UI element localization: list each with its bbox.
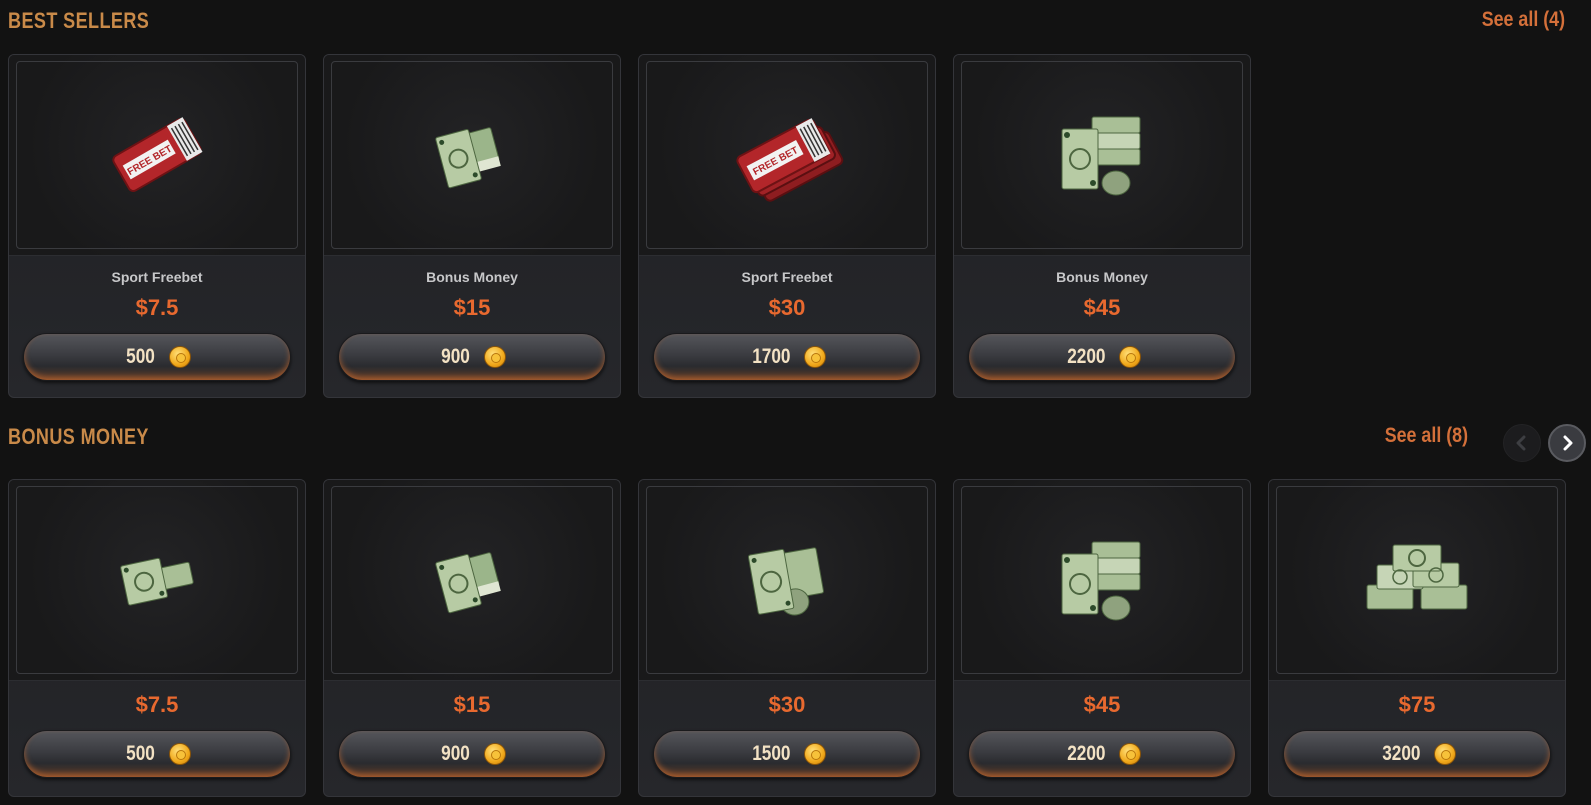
best-sellers-see-all-link[interactable]: See all (4) [1482,8,1565,32]
cash-heap-icon [1366,544,1468,610]
coin-icon [483,346,506,368]
product-card[interactable]: $7.5 500 [8,479,306,797]
cash-stack-icon [435,127,501,189]
cash-small-icon [120,557,194,606]
product-thumbnail [1269,480,1565,681]
cash-stack-icon [435,552,501,614]
freebet-ticket-icon: FREE BET [112,117,203,192]
buy-button[interactable]: 2200 [968,333,1236,381]
product-price: $15 [453,692,491,717]
product-card[interactable]: Bonus Money $15 900 [323,54,621,398]
coin-icon [804,743,827,765]
freebet-tickets-icon: FREE BET [736,118,844,202]
coin-icon [168,346,191,368]
coin-icon [168,743,191,765]
bonus-money-grid: $7.5 500 $15 900 $30 1500 $45 2200 $75 3… [8,479,1566,797]
coin-icon [1434,743,1457,765]
product-price: $30 [768,295,806,320]
product-price: $75 [1398,692,1436,717]
product-thumbnail [9,480,305,681]
product-card[interactable]: $15 900 [323,479,621,797]
coin-icon [1119,743,1142,765]
best-sellers-grid: FREE BET Sport Freebet $7.5 500 Bonus Mo… [8,54,1251,398]
coin-cost: 500 [126,742,156,765]
cash-pile-icon [1061,116,1141,196]
product-card[interactable]: $30 1500 [638,479,936,797]
coin-cost: 3200 [1381,742,1421,765]
buy-button[interactable]: 500 [23,730,291,778]
buy-button[interactable]: 1700 [653,333,921,381]
product-card[interactable]: Bonus Money $45 2200 [953,54,1251,398]
best-sellers-title: BEST SELLERS [8,8,150,33]
product-name: Bonus Money [426,269,518,285]
buy-button[interactable]: 2200 [968,730,1236,778]
coin-cost: 500 [126,345,156,368]
product-price: $45 [1083,692,1121,717]
product-card[interactable]: FREE BET Sport Freebet $7.5 500 [8,54,306,398]
product-price: $30 [768,692,806,717]
chevron-left-icon [1516,435,1526,451]
coin-cost: 1500 [751,742,791,765]
product-thumbnail [324,480,620,681]
product-thumbnail [639,480,935,681]
coin-cost: 2200 [1066,742,1106,765]
product-name: Sport Freebet [741,269,833,285]
buy-button[interactable]: 3200 [1283,730,1551,778]
coin-cost: 900 [441,345,471,368]
product-card[interactable]: $75 3200 [1268,479,1566,797]
product-thumbnail [954,55,1250,256]
product-name: Sport Freebet [111,269,203,285]
coin-cost: 2200 [1066,345,1106,368]
carousel-prev-button[interactable] [1503,424,1541,462]
product-thumbnail: FREE BET [639,55,935,256]
product-price: $7.5 [135,692,179,717]
coin-cost: 900 [441,742,471,765]
coin-cost: 1700 [751,345,791,368]
product-thumbnail [954,480,1250,681]
cash-pile-icon [1061,541,1141,621]
chevron-right-icon [1563,435,1573,451]
buy-button[interactable]: 500 [23,333,291,381]
carousel-next-button[interactable] [1548,424,1586,462]
product-price: $15 [453,295,491,320]
bonus-money-title: BONUS MONEY [8,424,149,449]
product-card[interactable]: FREE BET Sport Freebet $30 1700 [638,54,936,398]
buy-button[interactable]: 900 [338,333,606,381]
product-card[interactable]: $45 2200 [953,479,1251,797]
product-thumbnail [324,55,620,256]
cash-roll-icon [747,547,824,616]
product-name: Bonus Money [1056,269,1148,285]
coin-icon [804,346,827,368]
bonus-money-see-all-link[interactable]: See all (8) [1385,424,1468,448]
product-price: $45 [1083,295,1121,320]
buy-button[interactable]: 900 [338,730,606,778]
product-price: $7.5 [135,295,179,320]
buy-button[interactable]: 1500 [653,730,921,778]
coin-icon [1119,346,1142,368]
coin-icon [483,743,506,765]
product-thumbnail: FREE BET [9,55,305,256]
